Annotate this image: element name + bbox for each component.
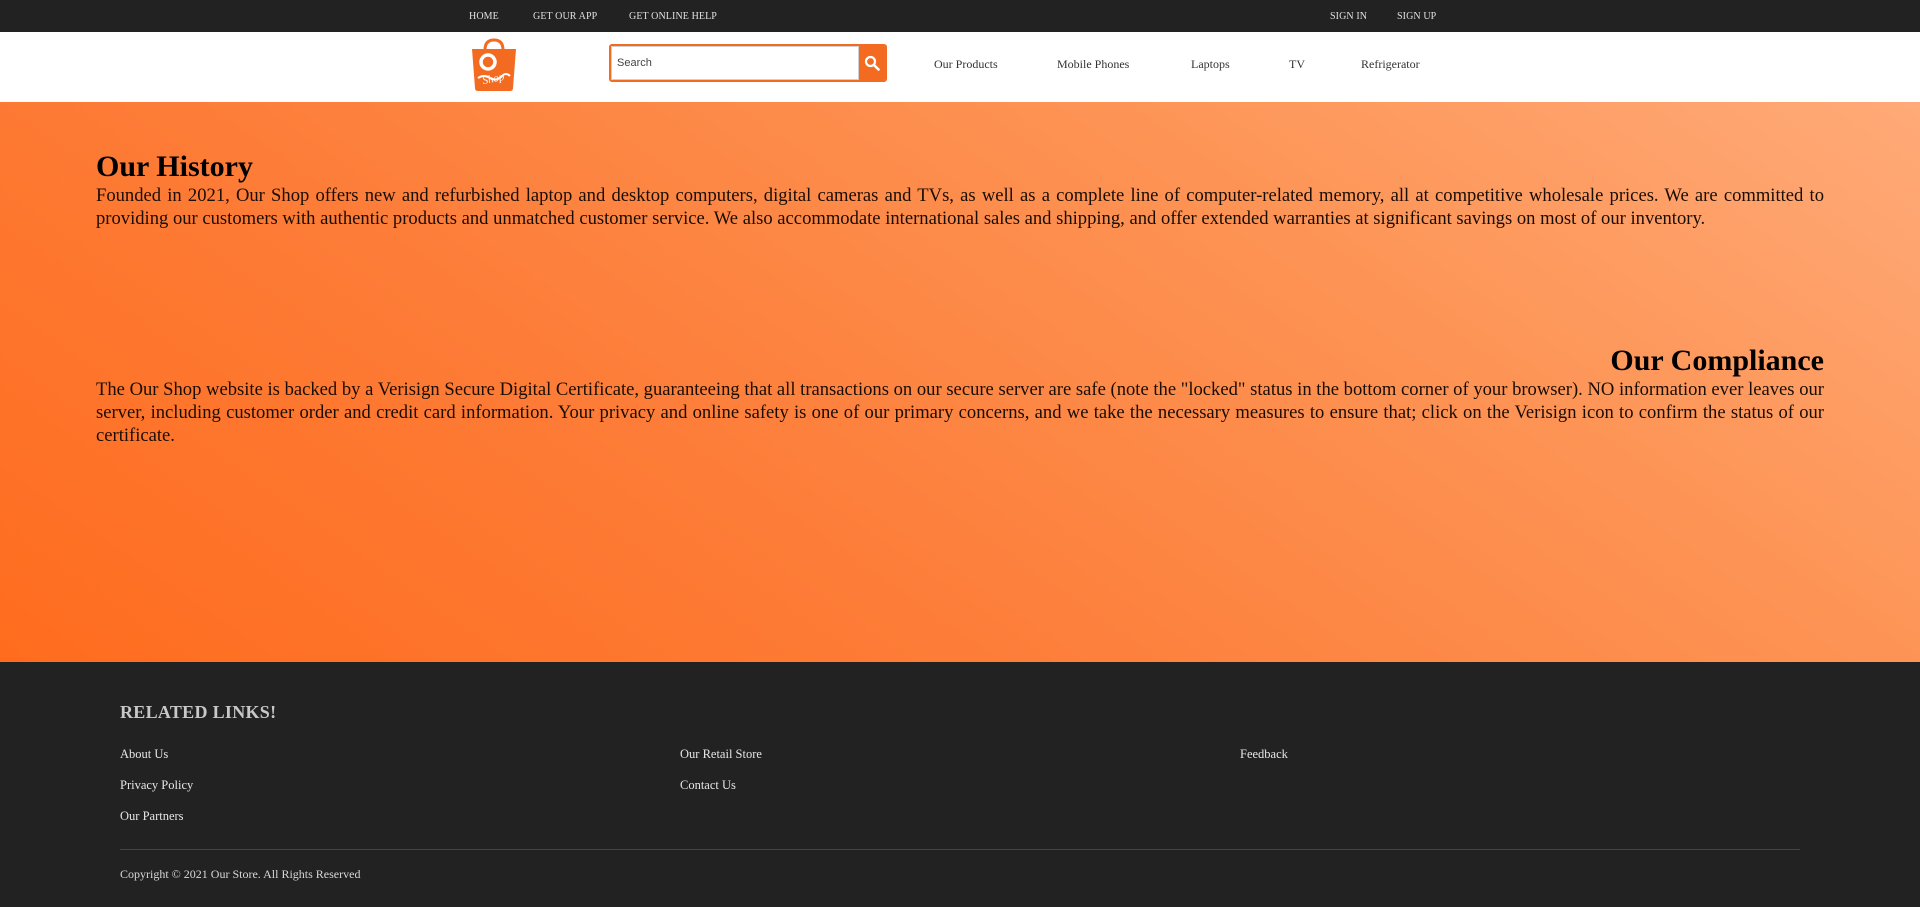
footer-title: RELATED LINKS! — [120, 702, 277, 722]
top-link-home[interactable]: HOME — [469, 11, 499, 22]
main-navbar: Shop Our Products Mobile Phones Laptops … — [0, 32, 1920, 102]
compliance-body: The Our Shop website is backed by a Veri… — [96, 379, 1824, 446]
compliance-section: Our Compliance The Our Shop website is b… — [96, 344, 1824, 447]
nav-our-products[interactable]: Our Products — [934, 57, 998, 72]
search-box — [609, 44, 887, 82]
nav-refrigerator[interactable]: Refrigerator — [1361, 57, 1420, 72]
footer-divider — [120, 849, 1800, 850]
shop-logo[interactable]: Shop — [468, 38, 520, 92]
top-link-sign-in[interactable]: SIGN IN — [1330, 11, 1367, 22]
shop-bag-logo-icon: Shop — [472, 38, 516, 91]
footer-link-about-us[interactable]: About Us — [120, 747, 168, 762]
compliance-title: Our Compliance — [1610, 344, 1824, 377]
footer-link-our-partners[interactable]: Our Partners — [120, 809, 184, 824]
nav-laptops[interactable]: Laptops — [1191, 57, 1230, 72]
top-link-sign-up[interactable]: SIGN UP — [1397, 11, 1436, 22]
content-area: Our History Founded in 2021, Our Shop of… — [0, 102, 1920, 662]
search-input[interactable] — [611, 46, 859, 80]
footer-link-feedback[interactable]: Feedback — [1240, 747, 1288, 762]
search-icon — [864, 55, 880, 71]
top-link-get-online-help[interactable]: GET ONLINE HELP — [629, 11, 717, 22]
history-title: Our History — [96, 150, 253, 183]
top-link-get-our-app[interactable]: GET OUR APP — [533, 11, 597, 22]
history-body: Founded in 2021, Our Shop offers new and… — [96, 185, 1824, 229]
footer: RELATED LINKS! About Us Privacy Policy O… — [0, 662, 1920, 907]
copyright-text: Copyright © 2021 Our Store. All Rights R… — [120, 867, 361, 881]
footer-link-our-retail-store[interactable]: Our Retail Store — [680, 747, 762, 762]
footer-link-privacy-policy[interactable]: Privacy Policy — [120, 778, 193, 793]
nav-mobile-phones[interactable]: Mobile Phones — [1057, 57, 1129, 72]
top-utility-bar: HOME GET OUR APP GET ONLINE HELP SIGN IN… — [0, 0, 1920, 32]
search-button[interactable] — [859, 46, 885, 80]
footer-link-contact-us[interactable]: Contact Us — [680, 778, 736, 793]
history-section: Our History Founded in 2021, Our Shop of… — [96, 150, 1824, 230]
nav-tv[interactable]: TV — [1289, 57, 1305, 72]
